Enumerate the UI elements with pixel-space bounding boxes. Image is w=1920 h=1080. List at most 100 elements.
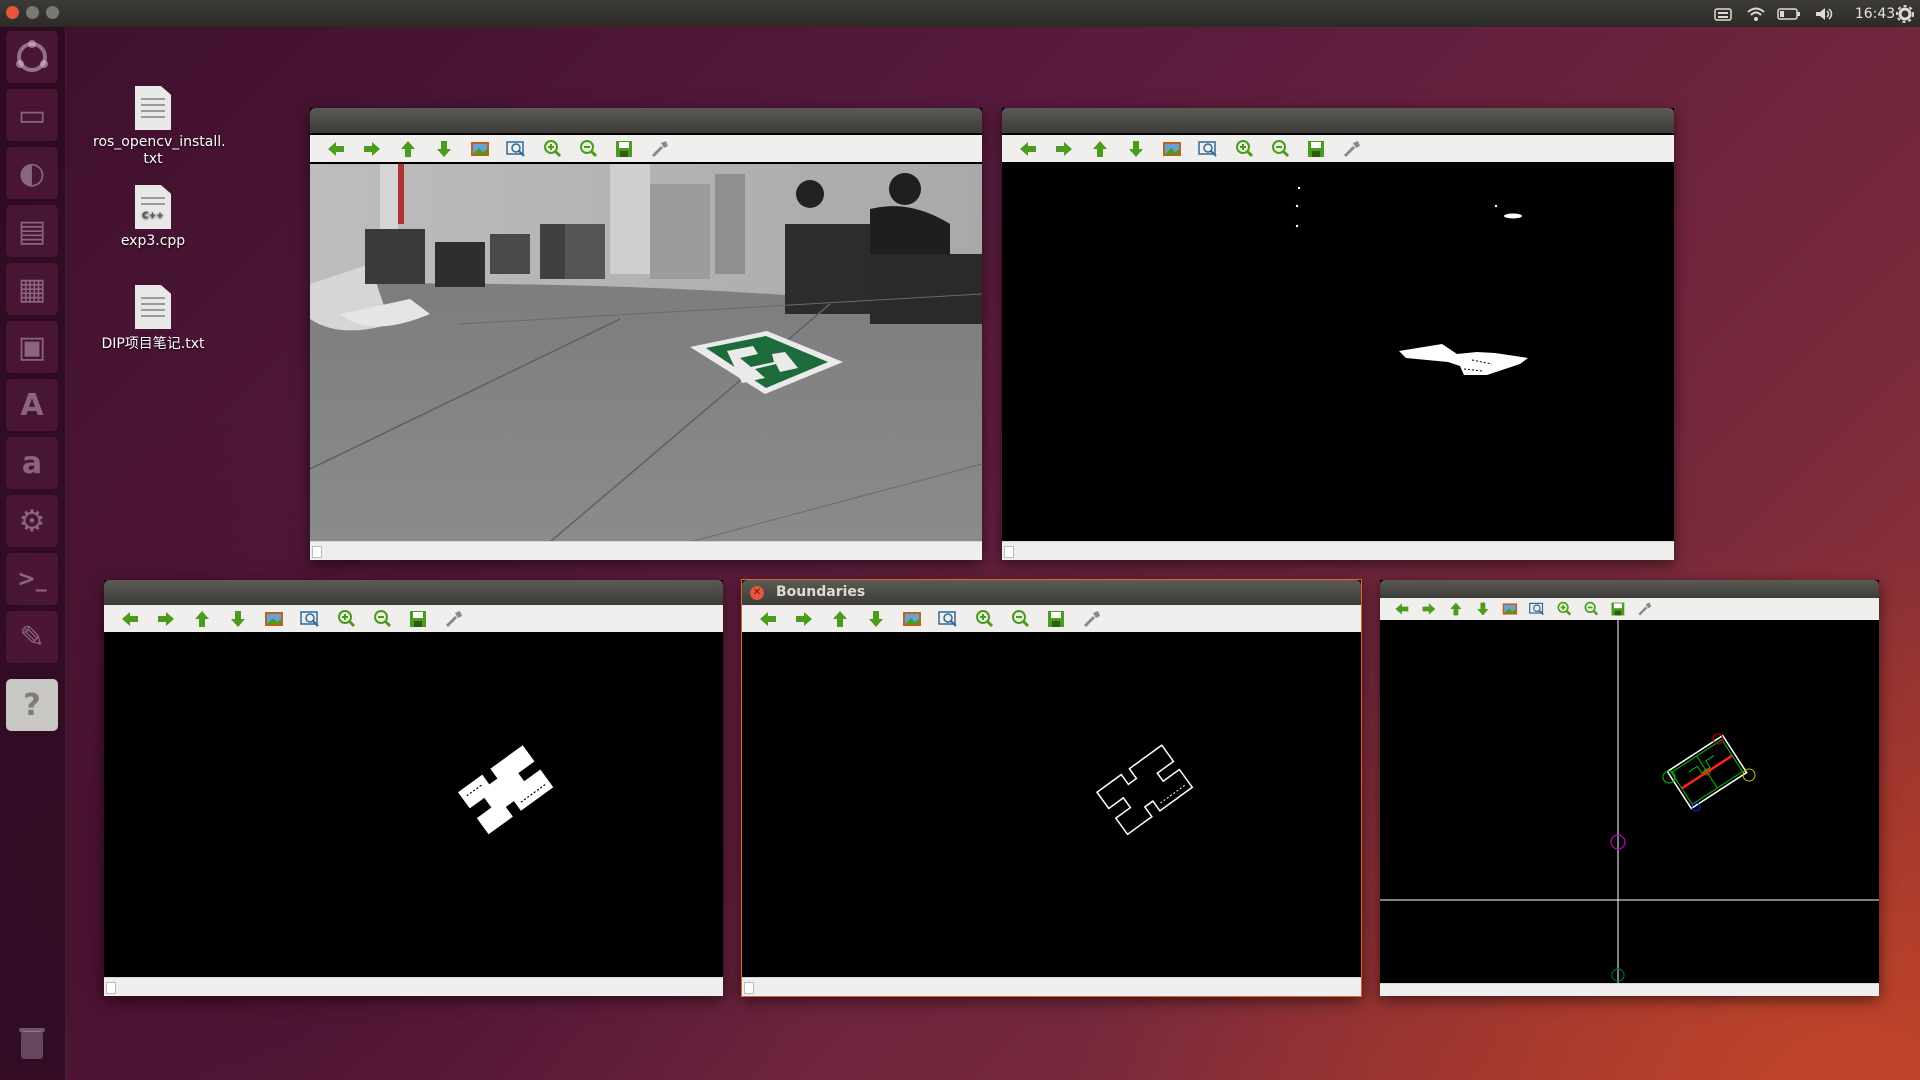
help-icon[interactable]: ? — [6, 679, 58, 731]
zoom-fit-icon[interactable] — [1190, 137, 1226, 161]
save-icon[interactable] — [606, 137, 642, 161]
cpp-file-icon: C++ — [135, 185, 171, 229]
zoom-in-icon[interactable] — [534, 137, 570, 161]
properties-icon[interactable] — [642, 137, 678, 161]
zoom-out-icon[interactable] — [1262, 137, 1298, 161]
image-toolbar — [742, 605, 1361, 632]
geometry-image — [1380, 620, 1879, 984]
gear-icon[interactable] — [1894, 3, 1916, 24]
pan-down-icon[interactable] — [1472, 599, 1494, 618]
zoom-out-icon[interactable] — [570, 137, 606, 161]
trash-icon[interactable] — [6, 1017, 58, 1069]
pan-left-icon[interactable] — [1391, 599, 1413, 618]
pan-up-icon[interactable] — [1445, 599, 1467, 618]
battery-icon[interactable] — [1776, 3, 1802, 24]
zoom-in-icon[interactable] — [1226, 137, 1262, 161]
pan-up-icon[interactable] — [390, 137, 426, 161]
window-titlebar[interactable] — [1380, 580, 1879, 598]
zoom-original-icon[interactable] — [894, 607, 930, 631]
zoom-in-icon[interactable] — [328, 607, 364, 631]
zoom-original-icon[interactable] — [1499, 599, 1521, 618]
pan-right-icon[interactable] — [786, 607, 822, 631]
window-titlebar[interactable] — [310, 108, 982, 133]
pan-down-icon[interactable] — [858, 607, 894, 631]
settings-icon[interactable]: ⚙ — [6, 495, 58, 547]
threshold-image — [1002, 164, 1674, 542]
zoom-original-icon[interactable] — [256, 607, 292, 631]
zoom-fit-icon[interactable] — [292, 607, 328, 631]
keyboard-icon[interactable] — [1712, 3, 1734, 24]
image-toolbar — [1380, 598, 1879, 620]
threshold-window[interactable] — [1002, 108, 1674, 560]
firefox-icon[interactable]: ◐ — [6, 147, 58, 199]
text-file-icon — [135, 86, 171, 130]
zoom-original-icon[interactable] — [1154, 137, 1190, 161]
desktop-icon-ros-opencv[interactable]: ros_opencv_install. txt — [93, 86, 226, 168]
zoom-fit-icon[interactable] — [498, 137, 534, 161]
window-titlebar[interactable] — [1002, 108, 1674, 133]
filled-window[interactable] — [104, 580, 723, 996]
zoom-fit-icon[interactable] — [1526, 599, 1548, 618]
boundaries-window[interactable]: ✕ Boundaries — [742, 580, 1361, 996]
statusbar — [1002, 541, 1674, 560]
impress-icon[interactable]: ▣ — [6, 321, 58, 373]
desktop-icon-label: exp3.cpp — [120, 233, 186, 249]
pan-left-icon[interactable] — [112, 607, 148, 631]
close-icon[interactable] — [6, 6, 19, 19]
boundaries-image — [742, 632, 1361, 978]
pan-up-icon[interactable] — [184, 607, 220, 631]
camera-image — [310, 164, 982, 542]
wifi-icon[interactable] — [1744, 3, 1768, 24]
pan-down-icon[interactable] — [1118, 137, 1154, 161]
clock[interactable]: 16:43 — [1850, 3, 1900, 24]
pan-right-icon[interactable] — [354, 137, 390, 161]
terminal-icon[interactable]: >_ — [6, 553, 58, 605]
pan-right-icon[interactable] — [148, 607, 184, 631]
desktop-icon-dip-notes[interactable]: DIP项目笔记.txt — [93, 285, 213, 353]
zoom-out-icon[interactable] — [364, 607, 400, 631]
pan-down-icon[interactable] — [426, 137, 462, 161]
desktop-icon-exp3[interactable]: C++ exp3.cpp — [93, 185, 213, 249]
zoom-out-icon[interactable] — [1580, 599, 1602, 618]
minimize-icon[interactable] — [26, 6, 39, 19]
save-icon[interactable] — [400, 607, 436, 631]
zoom-fit-icon[interactable] — [930, 607, 966, 631]
save-icon[interactable] — [1298, 137, 1334, 161]
desktop-icon-label: DIP项目笔记.txt — [101, 336, 205, 352]
image-toolbar — [104, 605, 723, 632]
files-icon[interactable]: ▭ — [6, 89, 58, 141]
statusbar — [1380, 983, 1879, 996]
software-center-icon[interactable]: A — [6, 379, 58, 431]
pan-up-icon[interactable] — [1082, 137, 1118, 161]
zoom-out-icon[interactable] — [1002, 607, 1038, 631]
pan-left-icon[interactable] — [1010, 137, 1046, 161]
pan-left-icon[interactable] — [318, 137, 354, 161]
close-icon[interactable]: ✕ — [750, 586, 764, 600]
ubuntu-icon[interactable] — [6, 31, 58, 83]
save-icon[interactable] — [1038, 607, 1074, 631]
save-icon[interactable] — [1607, 599, 1629, 618]
pan-up-icon[interactable] — [822, 607, 858, 631]
zoom-original-icon[interactable] — [462, 137, 498, 161]
properties-icon[interactable] — [1334, 137, 1370, 161]
zoom-in-icon[interactable] — [966, 607, 1002, 631]
pan-right-icon[interactable] — [1418, 599, 1440, 618]
properties-icon[interactable] — [1634, 599, 1656, 618]
calc-icon[interactable]: ▦ — [6, 263, 58, 315]
volume-icon[interactable] — [1812, 3, 1836, 24]
window-titlebar[interactable]: ✕ Boundaries — [742, 580, 1361, 605]
pan-down-icon[interactable] — [220, 607, 256, 631]
maximize-icon[interactable] — [46, 6, 59, 19]
properties-icon[interactable] — [1074, 607, 1110, 631]
pan-right-icon[interactable] — [1046, 137, 1082, 161]
camera-window[interactable] — [310, 108, 982, 560]
writer-icon[interactable]: ▤ — [6, 205, 58, 257]
text-editor-icon[interactable]: ✎ — [6, 611, 58, 663]
amazon-icon[interactable]: a — [6, 437, 58, 489]
window-titlebar[interactable] — [104, 580, 723, 605]
geometry-window[interactable] — [1380, 580, 1879, 996]
pan-left-icon[interactable] — [750, 607, 786, 631]
zoom-in-icon[interactable] — [1553, 599, 1575, 618]
launcher: ▭ ◐ ▤ ▦ ▣ A a ⚙ >_ ✎ ? — [0, 27, 66, 1080]
properties-icon[interactable] — [436, 607, 472, 631]
